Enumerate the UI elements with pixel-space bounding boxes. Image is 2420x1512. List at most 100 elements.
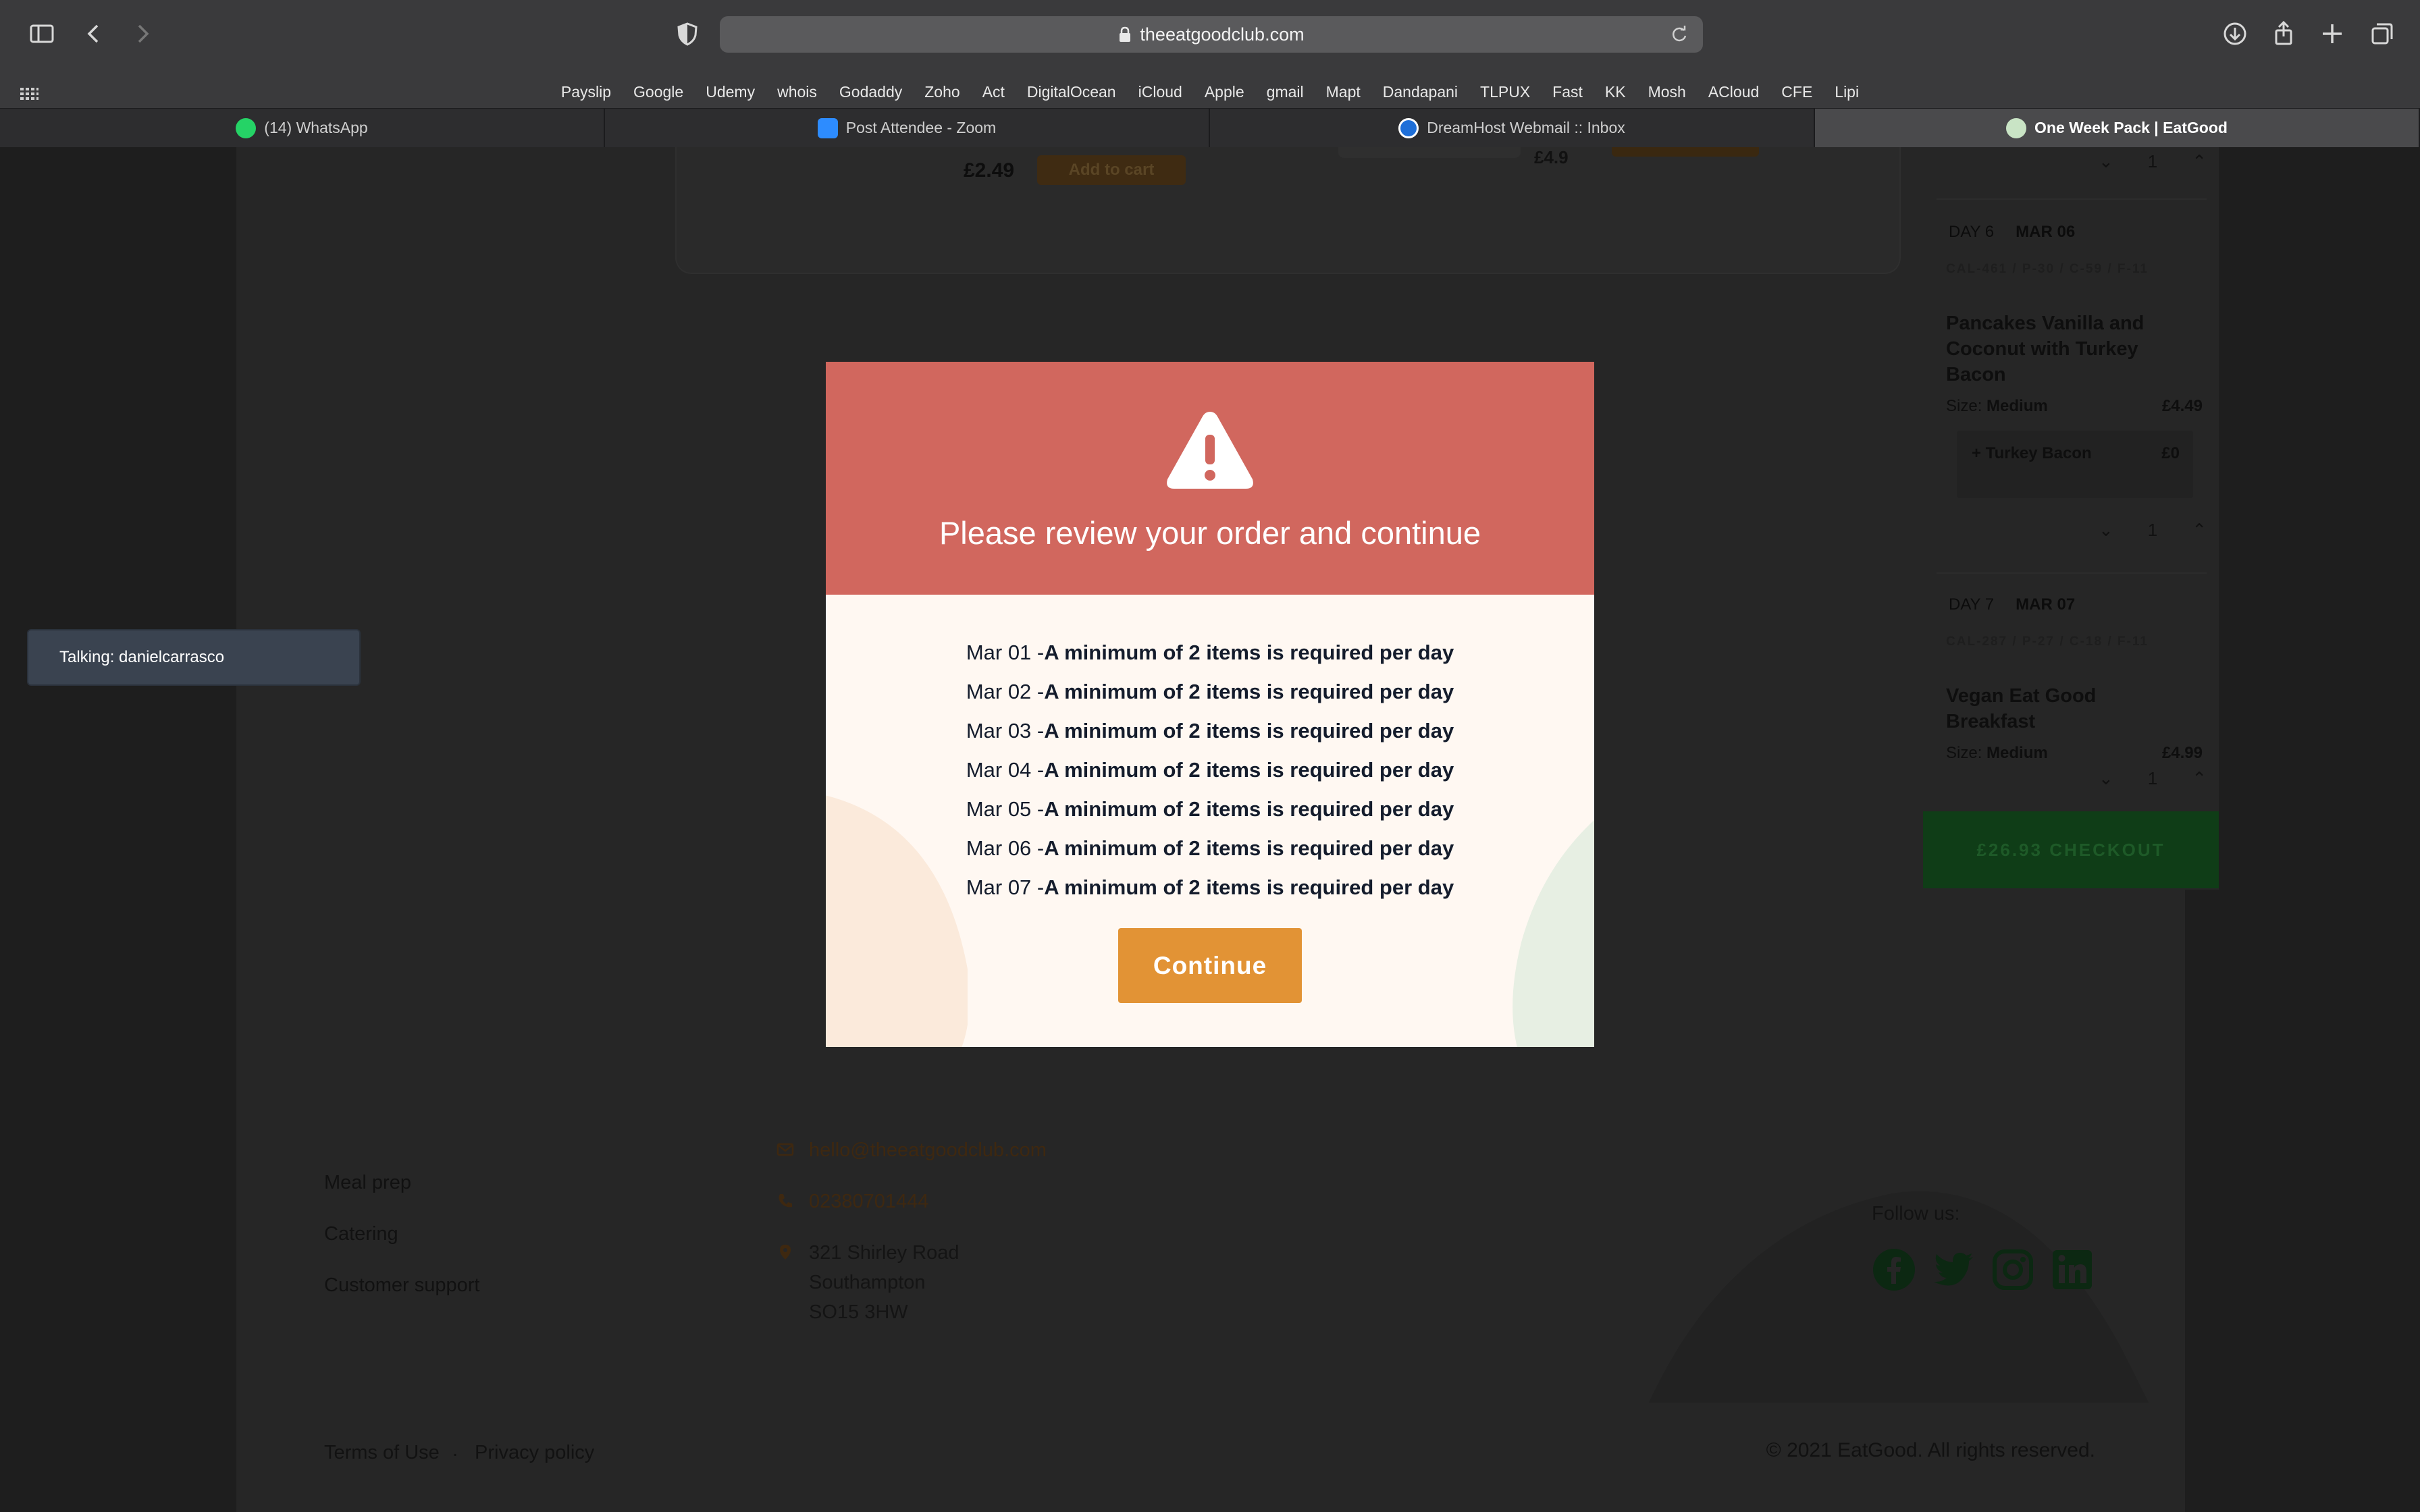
lock-icon <box>1120 26 1131 42</box>
footer-link-customer-support[interactable]: Customer support <box>324 1274 480 1297</box>
validation-message: Mar 02 -A minimum of 2 items is required… <box>826 672 1594 711</box>
quantity-value: 1 <box>2147 767 2158 788</box>
bookmark-item[interactable]: Godaddy <box>839 83 902 101</box>
bookmark-item[interactable]: Mosh <box>1648 83 1686 101</box>
divider <box>1937 198 2207 200</box>
day-date: MAR 06 <box>2016 223 2076 241</box>
linkedin-icon[interactable] <box>2050 1247 2095 1292</box>
tab-whatsapp[interactable]: (14) WhatsApp <box>0 109 605 147</box>
talking-text: Talking: danielcarrasco <box>59 648 225 666</box>
bookmark-item[interactable]: KK <box>1605 83 1626 101</box>
bookmark-item[interactable]: Apple <box>1205 83 1244 101</box>
reload-icon[interactable] <box>1669 24 1689 45</box>
warning-icon <box>1167 412 1253 489</box>
share-icon[interactable] <box>2265 15 2303 53</box>
message-text: A minimum of 2 items is required per day <box>1044 758 1454 782</box>
bookmark-item[interactable]: TLPUX <box>1480 83 1530 101</box>
cart-day-header: DAY 6 MAR 06 <box>1949 223 2075 242</box>
modal-title: Please review your order and continue <box>939 515 1481 551</box>
tab-eatgood[interactable]: One Week Pack | EatGood <box>1815 109 2420 147</box>
tab-overview-icon[interactable] <box>2363 15 2401 53</box>
privacy-shield-icon[interactable] <box>668 15 706 53</box>
address-line: 321 Shirley Road <box>809 1242 959 1264</box>
bookmark-item[interactable]: CFE <box>1781 83 1812 101</box>
validation-message: Mar 07 -A minimum of 2 items is required… <box>826 868 1594 907</box>
addon-name: + Turkey Bacon <box>1972 444 2092 462</box>
chevron-down-icon[interactable]: ⌄ <box>2099 768 2113 789</box>
continue-button[interactable]: Continue <box>1118 928 1302 1003</box>
product-option[interactable] <box>1338 147 1521 158</box>
bookmark-item[interactable]: Udemy <box>706 83 755 101</box>
bookmark-item[interactable]: Zoho <box>924 83 959 101</box>
chevron-up-icon[interactable]: ⌃ <box>2192 768 2207 789</box>
bookmark-item[interactable]: Dandapani <box>1383 83 1458 101</box>
instagram-icon[interactable] <box>1991 1247 2035 1292</box>
facebook-icon[interactable] <box>1872 1247 1916 1292</box>
addon-price: £0 <box>2161 444 2180 462</box>
message-date: Mar 02 - <box>966 680 1045 703</box>
forward-icon[interactable] <box>123 15 161 53</box>
quantity-value: 1 <box>2147 151 2158 171</box>
message-text: A minimum of 2 items is required per day <box>1044 680 1454 703</box>
add-to-cart-button[interactable]: Add to cart <box>1037 155 1186 185</box>
bookmark-item[interactable]: Google <box>633 83 683 101</box>
address-line: SO15 3HW <box>809 1301 908 1323</box>
privacy-policy-link[interactable]: Privacy policy <box>475 1442 594 1464</box>
bookmark-item[interactable]: gmail <box>1267 83 1304 101</box>
zoom-icon <box>817 117 838 138</box>
size-label: Size: <box>1946 744 1982 762</box>
new-tab-icon[interactable] <box>2313 15 2351 53</box>
quantity-stepper[interactable]: ⌄ 1 ⌃ <box>2099 151 2207 171</box>
bookmark-item[interactable]: Mapt <box>1326 83 1361 101</box>
zoom-talking-indicator: Talking: danielcarrasco <box>28 630 359 684</box>
product-card: £2.49 Add to cart £4.9 <box>675 147 1901 274</box>
chevron-down-icon[interactable]: ⌄ <box>2099 520 2113 541</box>
order-review-modal: Please review your order and continue Ma… <box>826 362 1594 1047</box>
footer-phone[interactable]: 02380701444 <box>809 1187 928 1216</box>
meal-name: Vegan Eat Good Breakfast <box>1946 685 2097 732</box>
browser-toolbar: theeatgoodclub.com <box>0 0 2420 68</box>
bookmark-item[interactable]: iCloud <box>1138 83 1182 101</box>
message-date: Mar 04 - <box>966 758 1045 782</box>
bookmark-item[interactable]: Fast <box>1552 83 1583 101</box>
tab-zoom[interactable]: Post Attendee - Zoom <box>605 109 1210 147</box>
tab-label: Post Attendee - Zoom <box>845 119 997 136</box>
bookmark-item[interactable]: whois <box>777 83 817 101</box>
chevron-down-icon[interactable]: ⌄ <box>2099 151 2113 172</box>
bookmark-item[interactable]: Act <box>982 83 1005 101</box>
validation-message: Mar 01 -A minimum of 2 items is required… <box>826 633 1594 672</box>
message-text: A minimum of 2 items is required per day <box>1044 719 1454 742</box>
divider <box>1937 572 2207 574</box>
address-bar[interactable]: theeatgoodclub.com <box>720 16 1703 53</box>
footer-link-catering[interactable]: Catering <box>324 1223 398 1245</box>
bookmark-item[interactable]: Lipi <box>1835 83 1859 101</box>
quantity-stepper[interactable]: ⌄ 1 ⌃ <box>2099 768 2207 788</box>
tab-dreamhost[interactable]: DreamHost Webmail :: Inbox <box>1210 109 1815 147</box>
chevron-up-icon[interactable]: ⌃ <box>2192 151 2207 172</box>
size-label: Size: <box>1946 397 1982 415</box>
add-to-cart-button[interactable] <box>1612 147 1759 157</box>
product-price: £4.9 <box>1534 147 1569 167</box>
terms-of-use-link[interactable]: Terms of Use <box>324 1442 440 1464</box>
sidebar-toggle-icon[interactable] <box>23 15 61 53</box>
bookmark-item[interactable]: DigitalOcean <box>1027 83 1116 101</box>
tab-bar: (14) WhatsApp Post Attendee - Zoom Dream… <box>0 108 2420 147</box>
chevron-up-icon[interactable]: ⌃ <box>2192 520 2207 541</box>
modal-header: Please review your order and continue <box>826 362 1594 595</box>
back-icon[interactable] <box>76 15 113 53</box>
whatsapp-icon <box>236 117 257 138</box>
quantity-stepper[interactable]: ⌄ 1 ⌃ <box>2099 520 2207 540</box>
footer-link-meal-prep[interactable]: Meal prep <box>324 1172 411 1194</box>
checkout-button[interactable]: £26.93 CHECKOUT <box>1923 811 2219 888</box>
product-price: £2.49 <box>964 159 1015 182</box>
footer-email[interactable]: hello@theeatgoodclub.com <box>809 1135 1047 1165</box>
bookmark-item[interactable]: ACloud <box>1708 83 1759 101</box>
bookmark-item[interactable]: Payslip <box>561 83 611 101</box>
message-date: Mar 05 - <box>966 797 1045 821</box>
message-text: A minimum of 2 items is required per day <box>1044 797 1454 821</box>
downloads-icon[interactable] <box>2216 15 2254 53</box>
twitter-icon[interactable] <box>1931 1247 1976 1292</box>
tab-label: (14) WhatsApp <box>264 119 368 136</box>
message-date: Mar 07 - <box>966 875 1045 899</box>
follow-us-label: Follow us: <box>1872 1203 1960 1224</box>
